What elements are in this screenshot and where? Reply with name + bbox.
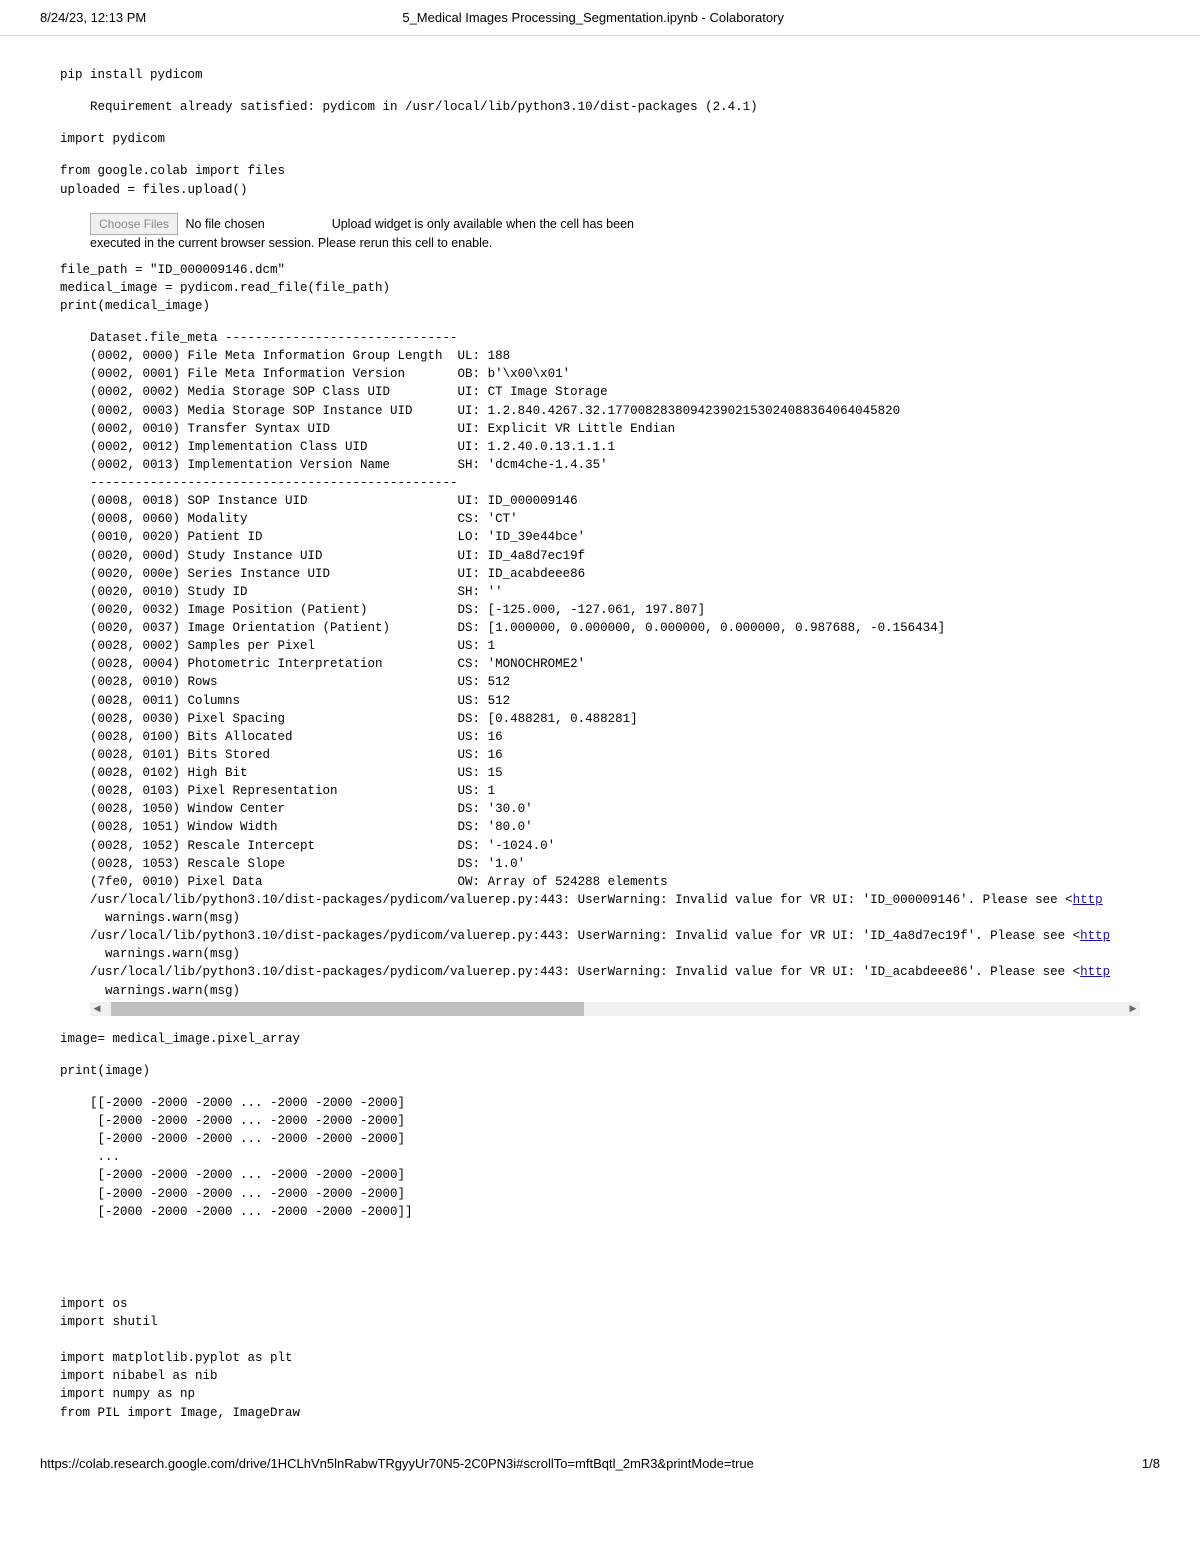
choose-files-button[interactable]: Choose Files: [90, 213, 178, 236]
print-footer: https://colab.research.google.com/drive/…: [0, 1446, 1200, 1481]
upload-widget-msg-1: Upload widget is only available when the…: [332, 217, 634, 231]
code-cell-import-pydicom: import pydicom: [60, 130, 1140, 148]
code-cell-pip: pip install pydicom: [60, 66, 1140, 84]
output-pip: Requirement already satisfied: pydicom i…: [90, 98, 1140, 116]
upload-widget-output: Choose Files No file chosen Upload widge…: [90, 213, 1140, 247]
dicom-output-container: Dataset.file_meta ----------------------…: [90, 329, 1140, 1016]
warning-link[interactable]: http: [1073, 893, 1103, 907]
code-cell-pixel-array: image= medical_image.pixel_array: [60, 1030, 1140, 1048]
warning-link[interactable]: http: [1080, 929, 1110, 943]
header-title: 5_Medical Images Processing_Segmentation…: [146, 10, 1040, 25]
code-cell-read-dicom: file_path = "ID_000009146.dcm" medical_i…: [60, 261, 1140, 315]
scroll-left-icon[interactable]: ◀: [90, 1002, 104, 1016]
scrollbar-thumb[interactable]: [111, 1002, 584, 1016]
code-cell-upload: from google.colab import files uploaded …: [60, 162, 1140, 198]
notebook-content: pip install pydicom Requirement already …: [0, 36, 1200, 1446]
dicom-dataset-output: Dataset.file_meta ----------------------…: [90, 329, 1140, 1000]
upload-widget-msg-2: executed in the current browser session.…: [90, 236, 492, 246]
no-file-label: No file chosen: [186, 217, 265, 231]
horizontal-scrollbar[interactable]: ◀ ▶: [90, 1002, 1140, 1016]
print-header: 8/24/23, 12:13 PM 5_Medical Images Proce…: [0, 0, 1200, 36]
code-cell-print-image: print(image): [60, 1062, 1140, 1080]
footer-page: 1/8: [1142, 1456, 1160, 1471]
warning-link[interactable]: http: [1080, 965, 1110, 979]
code-cell-imports: import os import shutil import matplotli…: [60, 1295, 1140, 1422]
scroll-right-icon[interactable]: ▶: [1126, 1002, 1140, 1016]
footer-url: https://colab.research.google.com/drive/…: [40, 1456, 754, 1471]
output-print-image: [[-2000 -2000 -2000 ... -2000 -2000 -200…: [90, 1094, 1140, 1221]
header-datetime: 8/24/23, 12:13 PM: [40, 10, 146, 25]
